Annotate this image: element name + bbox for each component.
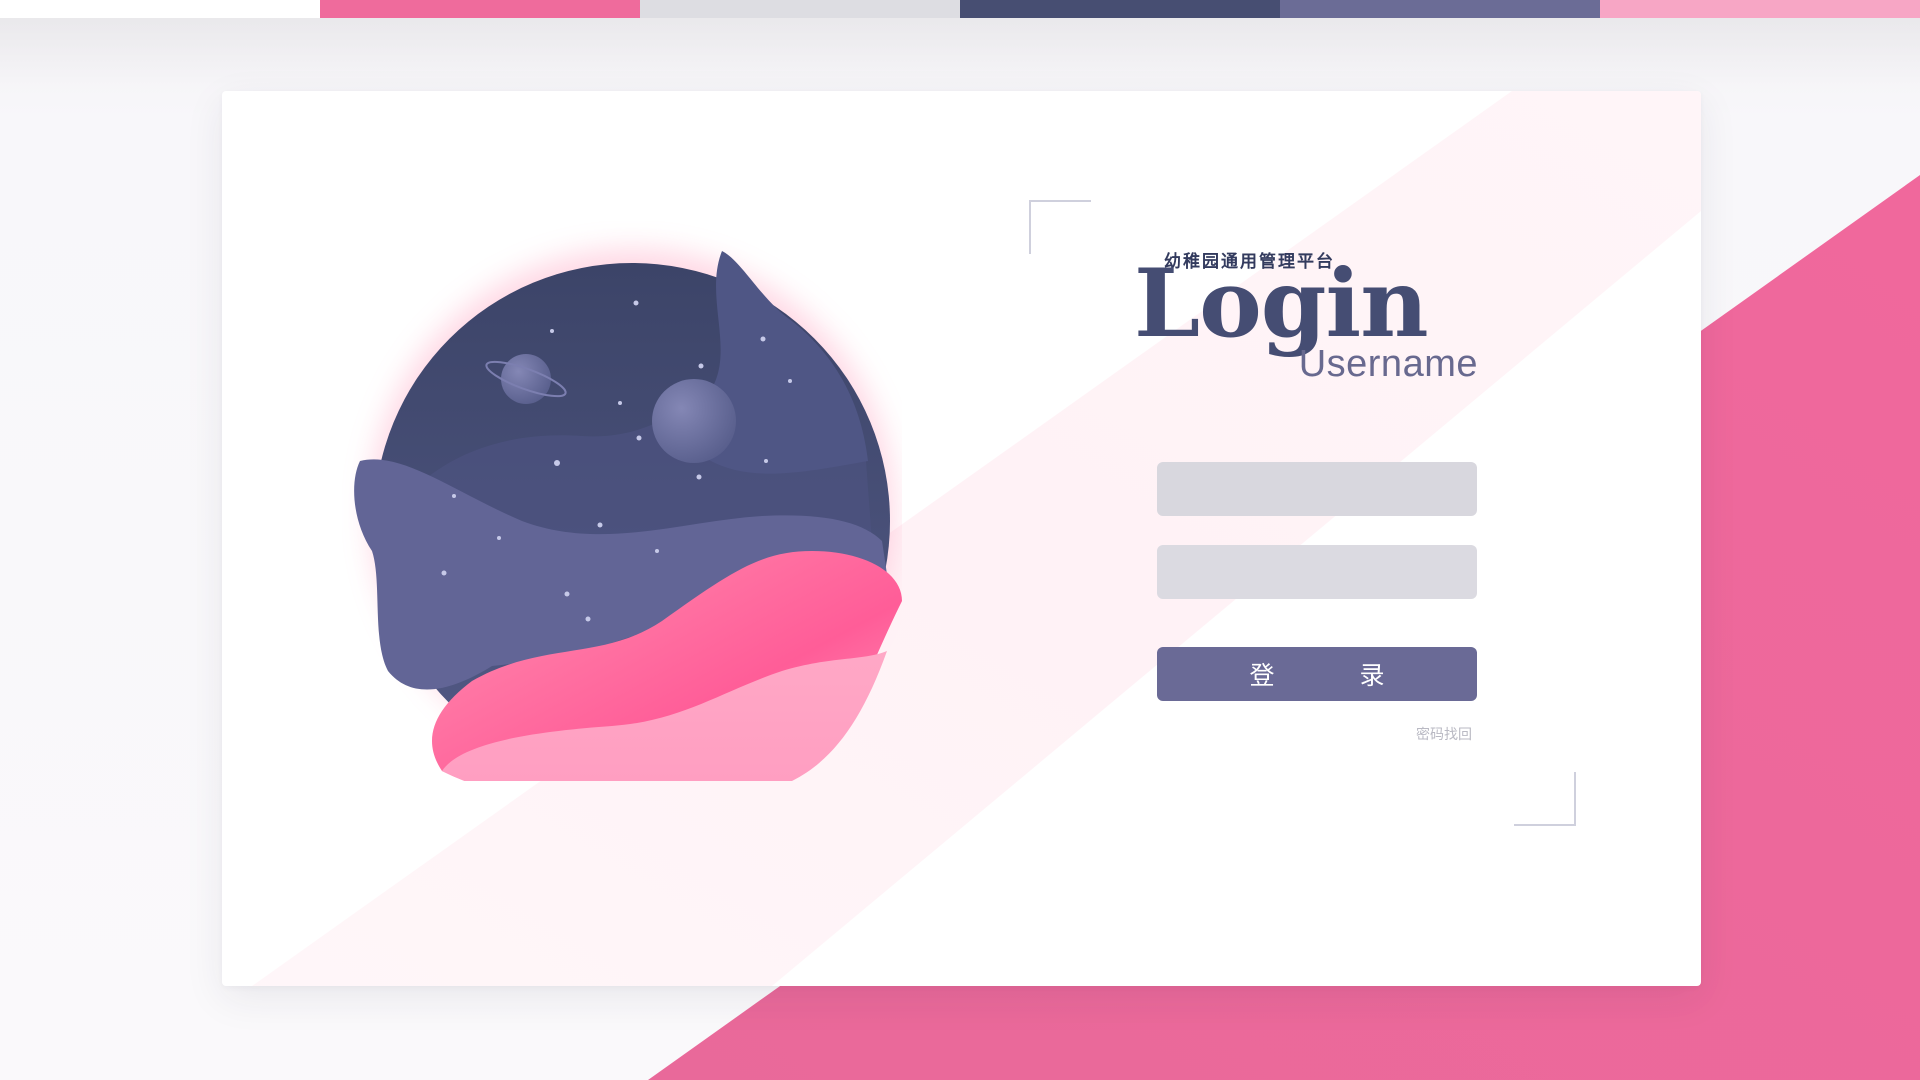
username-input[interactable] <box>1157 462 1477 516</box>
space-wave-planet-illustration <box>354 249 902 781</box>
corner-bracket-top-left <box>1029 200 1091 254</box>
username-heading: Username <box>1298 343 1478 385</box>
strip-segment <box>1600 0 1920 18</box>
top-color-strip <box>0 0 1920 18</box>
strip-segment <box>1280 0 1600 18</box>
corner-bracket-bottom-right <box>1514 772 1576 826</box>
login-heading: Login <box>1134 249 1429 359</box>
login-card: 幼稚园通用管理平台 Login Username 登 录 密码找回 <box>222 91 1701 986</box>
password-input[interactable] <box>1157 545 1477 599</box>
strip-segment <box>960 0 1280 18</box>
login-submit-button[interactable]: 登 录 <box>1157 647 1477 701</box>
top-shadow <box>0 18 1920 88</box>
password-recovery-link[interactable]: 密码找回 <box>1372 724 1472 744</box>
strip-segment <box>0 0 320 18</box>
strip-segment <box>320 0 640 18</box>
login-page: 幼稚园通用管理平台 Login Username 登 录 密码找回 <box>0 0 1920 1080</box>
strip-segment <box>640 0 960 18</box>
